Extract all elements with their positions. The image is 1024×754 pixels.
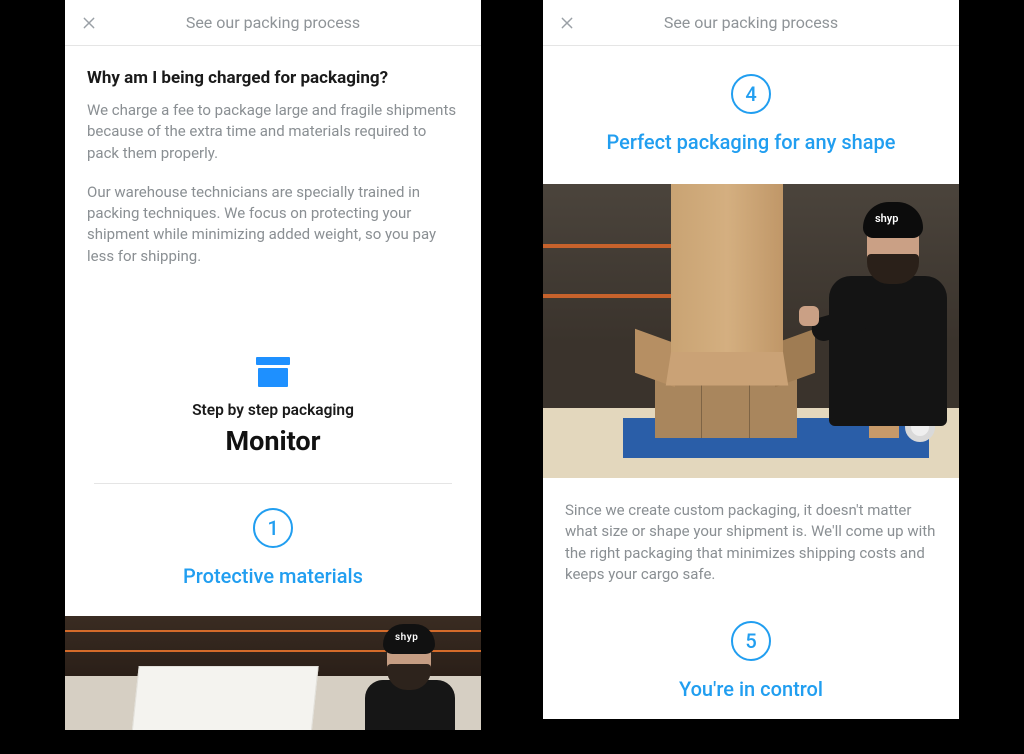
header-title: See our packing process bbox=[664, 13, 838, 32]
step-1-number: 1 bbox=[253, 508, 293, 548]
explanation-para-2: Our warehouse technicians are specially … bbox=[87, 182, 459, 267]
warehouse-worker-illustration: shyp bbox=[343, 620, 463, 730]
box-icon bbox=[256, 357, 290, 387]
step-4-description: Since we create custom packaging, it doe… bbox=[543, 478, 959, 593]
step-1-photo: shyp bbox=[65, 616, 481, 730]
step-4-photo: shyp bbox=[543, 184, 959, 478]
step-4-card: 4 Perfect packaging for any shape bbox=[543, 46, 959, 184]
header-title: See our packing process bbox=[186, 13, 360, 32]
beanie-logo: shyp bbox=[875, 212, 898, 225]
step-intro-subtitle: Step by step packaging bbox=[87, 401, 459, 419]
warehouse-worker-illustration: shyp bbox=[805, 202, 955, 432]
step-4-description-text: Since we create custom packaging, it doe… bbox=[565, 500, 937, 585]
step-5-card: 5 You're in control bbox=[543, 593, 959, 719]
explanation-block: Why am I being charged for packaging? We… bbox=[65, 46, 481, 267]
close-icon[interactable] bbox=[79, 13, 99, 33]
explanation-heading: Why am I being charged for packaging? bbox=[87, 68, 459, 88]
step-1-title: Protective materials bbox=[83, 564, 463, 588]
step-intro-item: Monitor bbox=[87, 425, 459, 457]
step-5-number: 5 bbox=[731, 621, 771, 661]
phone-left: See our packing process Why am I being c… bbox=[65, 0, 481, 754]
close-icon[interactable] bbox=[557, 13, 577, 33]
step-4-number: 4 bbox=[731, 74, 771, 114]
stage: See our packing process Why am I being c… bbox=[0, 0, 1024, 754]
step-5-title: You're in control bbox=[561, 677, 941, 701]
header-bar: See our packing process bbox=[65, 0, 481, 46]
explanation-para-1: We charge a fee to package large and fra… bbox=[87, 100, 459, 164]
phone-right: See our packing process 4 Perfect packag… bbox=[543, 0, 959, 754]
step-1-card: 1 Protective materials bbox=[65, 484, 481, 616]
left-content: Why am I being charged for packaging? We… bbox=[65, 46, 481, 616]
step-4-title: Perfect packaging for any shape bbox=[561, 130, 941, 154]
header-bar: See our packing process bbox=[543, 0, 959, 46]
step-intro: Step by step packaging Monitor bbox=[65, 285, 481, 483]
beanie-logo: shyp bbox=[395, 632, 418, 643]
